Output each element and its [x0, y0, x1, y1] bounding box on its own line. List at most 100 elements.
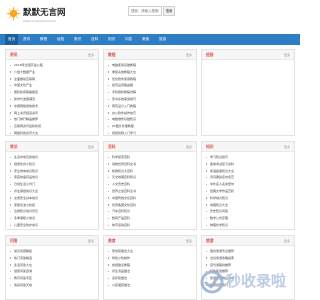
item-link[interactable]: 全面推动互联网 — [14, 77, 35, 81]
item-link[interactable]: 优化软件使用教程 — [112, 77, 136, 81]
list-item[interactable]: 如何设置路由器 — [108, 82, 192, 89]
list-item[interactable]: 全面推动互联网 — [10, 76, 94, 83]
item-link[interactable]: 安全用电常识知识 — [14, 169, 38, 173]
nav-item-common-sense[interactable]: 常识 — [74, 34, 81, 45]
item-link[interactable]: 数码产品百科 — [112, 216, 130, 220]
list-item[interactable]: 植物知识大百科 — [108, 168, 192, 175]
item-link[interactable]: 介绍大数据产业 — [14, 70, 35, 74]
list-item[interactable]: 生活中常见的常识 — [10, 154, 94, 161]
list-item[interactable]: 世界之最百科全书 — [108, 188, 192, 195]
item-link[interactable]: 地理知识大全 — [210, 203, 228, 207]
nav-item-knowledge[interactable]: 知识 — [108, 34, 115, 45]
item-link[interactable]: 儿童安全防护常识 — [14, 223, 38, 227]
list-item[interactable]: 数学公式定理 — [206, 215, 290, 222]
nav-item-home[interactable]: 首页 — [5, 34, 19, 45]
list-item[interactable]: 日常生活小窍门 — [10, 181, 94, 188]
list-item[interactable]: 家庭常备药品常识 — [10, 174, 94, 181]
item-link[interactable]: 急救知识常识普及 — [14, 209, 38, 213]
list-item[interactable]: 办公软件操作技巧 — [108, 110, 192, 117]
more-link[interactable]: 更多 — [284, 50, 290, 60]
list-item[interactable]: 成语故事知识大全 — [206, 168, 290, 175]
item-link[interactable]: 科学探索百科 — [112, 155, 130, 159]
item-link[interactable]: 各类考试复习资料 — [210, 162, 234, 166]
list-item[interactable]: 物理化学知识 — [206, 222, 290, 229]
item-link[interactable]: 数学公式定理 — [210, 216, 228, 220]
list-item[interactable]: 网页设计入门教程 — [108, 103, 192, 110]
item-link[interactable]: 成语故事知识大全 — [210, 169, 234, 173]
item-link[interactable]: 办公软件操作技巧 — [112, 111, 136, 115]
list-item[interactable]: 电脑维修基础知识 — [108, 116, 192, 123]
item-link[interactable]: 历史知识问答 — [210, 209, 228, 213]
list-item[interactable]: 教育问答专区 — [10, 275, 94, 282]
item-link[interactable]: 中国文化产业 — [14, 83, 32, 87]
panel-title[interactable]: 美食 — [108, 236, 116, 246]
item-link[interactable]: 诗词歌赋名句鉴赏 — [210, 175, 234, 179]
panel-title[interactable]: 教程 — [108, 50, 116, 60]
list-item[interactable]: 优化软件使用教程 — [108, 76, 192, 83]
list-item[interactable]: 特色小吃制作 — [108, 255, 192, 262]
panel-title[interactable]: 百科 — [108, 142, 116, 152]
item-link[interactable]: 体育运动百科 — [112, 223, 130, 227]
item-link[interactable]: 生活问答大全 — [14, 263, 32, 267]
item-link[interactable]: 安卓系统使用技巧 — [112, 97, 136, 101]
search-input[interactable] — [128, 6, 162, 16]
list-item[interactable]: 烘焙甜点教程 — [108, 262, 192, 269]
item-link[interactable]: 学习知识技巧 — [210, 155, 228, 159]
list-item[interactable]: 家常菜做法大全 — [108, 248, 192, 255]
item-link[interactable]: 物理化学知识 — [210, 223, 228, 227]
list-item[interactable]: 经典文学作品赏析 — [206, 188, 290, 195]
search-button[interactable]: 搜索 — [163, 6, 175, 16]
list-item[interactable]: 科学探索百科 — [108, 154, 192, 161]
item-link[interactable]: 凉拌菜做法 — [112, 276, 127, 280]
list-item[interactable]: 介绍大数据产业 — [10, 69, 94, 76]
item-link[interactable]: 冬季保暖小常识 — [14, 216, 35, 220]
item-link[interactable]: 国内旅游景点推荐 — [210, 249, 234, 253]
panel-title[interactable]: 常识 — [10, 142, 18, 152]
item-link[interactable]: 健康饮食小知识 — [14, 162, 35, 166]
list-item[interactable]: 交通安全基本常识 — [10, 195, 94, 202]
more-link[interactable]: 更多 — [186, 236, 192, 246]
list-item[interactable]: 热门问答精选 — [10, 255, 94, 262]
list-item[interactable]: 重装系统教程大全 — [108, 69, 192, 76]
item-link[interactable]: 如何设置路由器 — [112, 83, 133, 87]
item-link[interactable]: 教育问答专区 — [14, 276, 32, 280]
list-item[interactable]: 安全用电常识知识 — [10, 168, 94, 175]
item-link[interactable]: 中外名人名言警句 — [210, 182, 234, 186]
site-logo[interactable]: 默默无言网 www.mmwyhand.com — [6, 5, 86, 31]
item-link[interactable]: 植物知识大百科 — [112, 169, 133, 173]
item-link[interactable]: 出境旅游攻略指南 — [210, 256, 234, 260]
item-link[interactable]: 中国网络通信技术 — [14, 104, 38, 108]
list-item[interactable]: 安卓系统使用技巧 — [108, 96, 192, 103]
list-item[interactable]: 儿童安全防护常识 — [10, 222, 94, 229]
nav-item-news[interactable]: 资讯 — [23, 34, 30, 45]
list-item[interactable]: 网络科技资讯大全 — [10, 130, 94, 135]
item-link[interactable]: 互联网资讯最新新闻 — [14, 124, 41, 128]
list-item[interactable]: 汽车百科知识 — [108, 208, 192, 215]
item-link[interactable]: 世界之最百科全书 — [112, 189, 136, 193]
item-link[interactable]: 家常菜做法大全 — [112, 249, 133, 253]
item-link[interactable]: 热门问答精选 — [14, 256, 32, 260]
nav-item-travel[interactable]: 旅游 — [159, 34, 166, 45]
nav-item-food[interactable]: 美食 — [142, 34, 149, 45]
item-link[interactable]: 国际新闻联播报道 — [14, 90, 38, 94]
list-item[interactable]: 诗词歌赋名句鉴赏 — [206, 174, 290, 181]
list-item[interactable]: 世界各国文化百科 — [108, 202, 192, 209]
panel-title[interactable]: 资讯 — [10, 50, 18, 60]
list-item[interactable]: 互联网资讯最新新闻 — [10, 123, 94, 130]
item-link[interactable]: 新时代发展潮流 — [14, 97, 35, 101]
item-link[interactable]: 情感问答天地 — [14, 283, 32, 287]
panel-title[interactable]: 问答 — [10, 236, 18, 246]
list-item[interactable]: 电脑使用基础教程 — [108, 62, 192, 69]
list-item[interactable]: 凉拌菜做法 — [108, 275, 192, 282]
nav-item-encyclopedia[interactable]: 百科 — [91, 34, 98, 45]
item-link[interactable]: 2018年全国高速公路 — [14, 63, 43, 67]
list-item[interactable]: 健康饮食小知识 — [10, 161, 94, 168]
more-link[interactable]: 更多 — [186, 50, 192, 60]
list-item[interactable]: 历史知识问答 — [206, 208, 290, 215]
nav-item-qa[interactable]: 问答 — [125, 34, 132, 45]
item-link[interactable]: 家庭常备药品常识 — [14, 175, 38, 179]
item-link[interactable]: 电脑维修基础知识 — [112, 117, 136, 121]
list-item[interactable]: PS图片处理教程 — [108, 123, 192, 130]
nav-item-tutorials[interactable]: 教程 — [40, 34, 47, 45]
list-item[interactable]: 网上资讯频道资讯 — [10, 110, 94, 117]
